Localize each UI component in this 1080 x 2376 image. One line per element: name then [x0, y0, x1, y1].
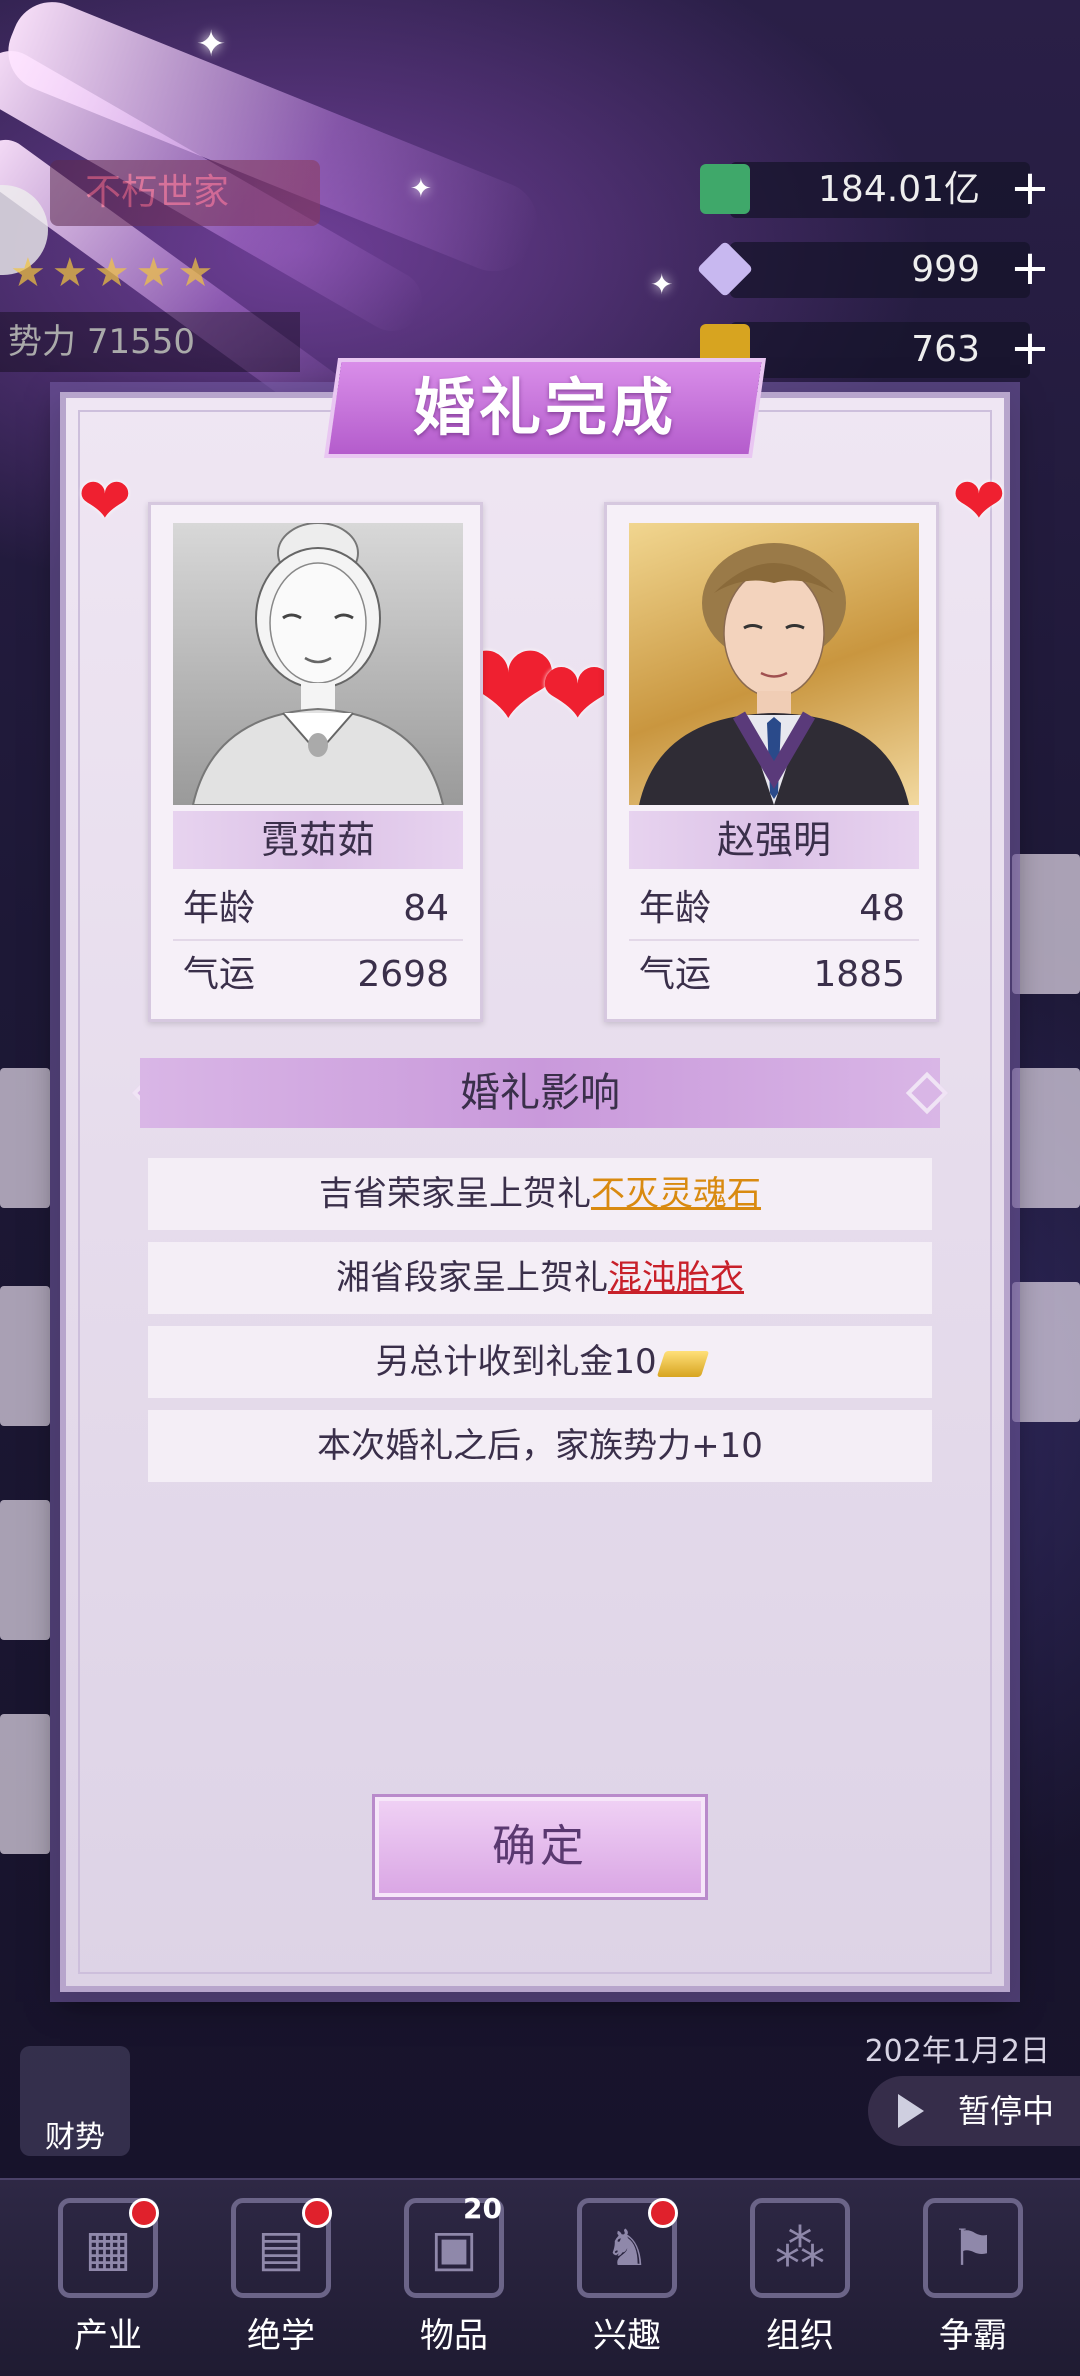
impact-text: 吉省荣家呈上贺礼	[319, 1174, 591, 1214]
heart-icon: ❤	[952, 465, 1006, 539]
groom-card[interactable]: 赵强明 年龄 48 气运 1885	[604, 502, 939, 1022]
impact-text: 另总计收到礼金10	[375, 1342, 657, 1382]
nav-label: 兴趣	[593, 2316, 661, 2356]
gold-bar-icon	[656, 1350, 709, 1377]
sparkle-icon: ✦	[410, 174, 432, 204]
diamond-value: 999	[911, 249, 980, 290]
impact-item: 吉省荣家呈上贺礼不灭灵魂石	[148, 1158, 932, 1230]
nav-hegemony[interactable]: ⚑ 争霸	[898, 2198, 1048, 2368]
side-character-card	[1012, 1068, 1080, 1208]
notification-badge	[302, 2198, 332, 2228]
family-name: 不朽世家	[50, 160, 320, 226]
wealth-label: 财势	[45, 2120, 105, 2155]
groom-name: 赵强明	[629, 811, 919, 869]
age-label: 年龄	[183, 888, 256, 929]
nav-organization[interactable]: ⁂ 组织	[725, 2198, 875, 2368]
add-cash-button[interactable]: +	[1002, 160, 1058, 220]
impact-item: 另总计收到礼金10	[148, 1326, 932, 1398]
nav-label: 组织	[766, 2316, 834, 2356]
wealth-button[interactable]: 财势	[20, 2046, 130, 2156]
power-label: 势力	[8, 322, 76, 362]
confirm-button[interactable]: 确定	[372, 1794, 708, 1900]
cash-resource: 184.01亿 +	[700, 160, 1050, 218]
game-date: 202年1月2日	[864, 2034, 1050, 2069]
side-character-card	[0, 1714, 50, 1854]
nav-label: 物品	[420, 2316, 488, 2356]
add-gold-button[interactable]: +	[1002, 320, 1058, 380]
pause-label: 暂停中	[958, 2092, 1055, 2130]
groom-age-row: 年龄 48	[629, 877, 919, 941]
nav-label: 争霸	[939, 2316, 1007, 2356]
nav-items[interactable]: ▣ 20 物品	[379, 2192, 529, 2368]
gold-value: 763	[911, 329, 980, 370]
bride-luck-row: 气运 2698	[173, 943, 463, 1007]
side-character-card	[1012, 854, 1080, 994]
play-icon	[898, 2094, 924, 2128]
item-count: 20	[463, 2192, 502, 2225]
nav-label: 绝学	[247, 2316, 315, 2356]
dialog-title: 婚礼完成	[412, 371, 677, 444]
side-character-card	[0, 1286, 50, 1426]
side-character-card	[1012, 1282, 1080, 1422]
bride-luck: 2698	[357, 954, 449, 995]
cash-icon	[700, 164, 750, 214]
gift-link[interactable]: 不灭灵魂石	[591, 1174, 761, 1214]
pause-button[interactable]: 暂停中	[868, 2076, 1080, 2146]
notification-badge	[129, 2198, 159, 2228]
groom-age: 48	[859, 888, 905, 929]
impact-item: 本次婚礼之后，家族势力+10	[148, 1410, 932, 1482]
impact-item: 湘省段家呈上贺礼混沌胎衣	[148, 1242, 932, 1314]
notification-badge	[648, 2198, 678, 2228]
rank-stars: ★★★★★	[10, 250, 220, 296]
diamond-resource: 999 +	[696, 240, 1050, 298]
luck-label: 气运	[183, 954, 256, 995]
heart-icon: ❤	[78, 465, 132, 539]
side-character-card	[0, 1068, 50, 1208]
power-display: 势力 71550	[0, 312, 300, 372]
gift-link[interactable]: 混沌胎衣	[608, 1258, 744, 1298]
bride-name: 霓茹茹	[173, 811, 463, 869]
sparkle-icon: ✦	[196, 24, 227, 65]
bride-portrait	[173, 523, 463, 805]
bride-age: 84	[403, 888, 449, 929]
organization-icon: ⁂	[750, 2198, 850, 2298]
sparkle-icon: ✦	[650, 268, 674, 301]
age-label: 年龄	[639, 888, 712, 929]
hegemony-icon: ⚑	[923, 2198, 1023, 2298]
bride-age-row: 年龄 84	[173, 877, 463, 941]
bride-card[interactable]: 霓茹茹 年龄 84 气运 2698	[148, 502, 483, 1022]
nav-industry[interactable]: ▦ 产业	[33, 2198, 183, 2368]
nav-label: 产业	[74, 2316, 142, 2356]
power-value: 71550	[86, 322, 195, 362]
gold-resource: 763 +	[700, 320, 1050, 378]
impact-title: 婚礼影响	[140, 1058, 940, 1128]
cash-value: 184.01亿	[818, 169, 980, 210]
groom-luck-row: 气运 1885	[629, 943, 919, 1007]
side-character-card	[0, 1500, 50, 1640]
add-diamond-button[interactable]: +	[1002, 240, 1058, 300]
bottom-nav: ▦ 产业 ▤ 绝学 ▣ 20 物品 ♞ 兴趣 ⁂ 组织 ⚑ 争霸	[0, 2178, 1080, 2376]
nav-interests[interactable]: ♞ 兴趣	[552, 2198, 702, 2368]
groom-luck: 1885	[813, 954, 905, 995]
impact-text: 本次婚礼之后，家族势力+10	[317, 1426, 763, 1466]
impact-text: 湘省段家呈上贺礼	[336, 1258, 608, 1298]
nav-skills[interactable]: ▤ 绝学	[206, 2198, 356, 2368]
groom-portrait	[629, 523, 919, 805]
luck-label: 气运	[639, 954, 712, 995]
